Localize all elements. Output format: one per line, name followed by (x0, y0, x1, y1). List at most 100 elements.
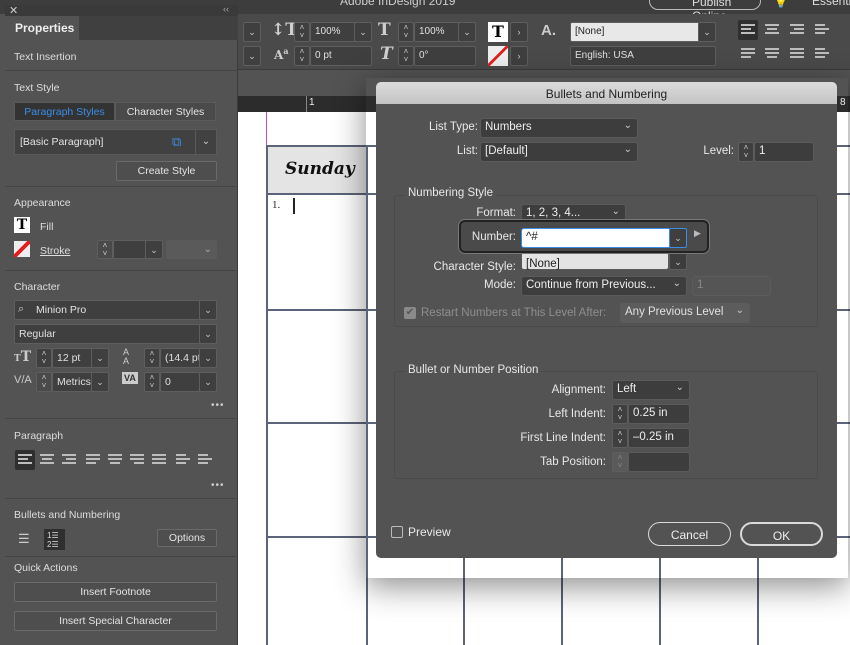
divider (5, 270, 238, 271)
start-at-field[interactable]: 1 (692, 276, 771, 296)
vertical-scale-dropdown[interactable]: ⌄ (354, 22, 372, 42)
font-size-dropdown[interactable]: ⌄ (243, 22, 261, 42)
first-line-indent-field[interactable]: –0.25 in (628, 428, 690, 448)
more-paragraph-options-icon[interactable]: ••• (211, 480, 225, 491)
justify-all-icon[interactable] (790, 48, 810, 62)
char-style-field[interactable]: [None] (570, 22, 700, 42)
tab-properties[interactable]: Properties (5, 16, 79, 40)
tab-position-field[interactable] (628, 452, 690, 472)
list-type-select[interactable]: Numbers ⌄ (480, 118, 638, 138)
fill-icon[interactable]: T (14, 217, 30, 233)
justify-left-icon[interactable] (741, 48, 761, 62)
font-style-dropdown[interactable]: ⌄ (199, 324, 217, 344)
stroke-none-icon[interactable] (488, 46, 508, 66)
leading-field[interactable]: (14.4 pt (160, 348, 200, 368)
char-style-dropdown[interactable]: ⌄ (669, 252, 687, 270)
language-select[interactable]: English: USA (570, 46, 716, 66)
level-stepper[interactable]: ˄ ˅ (738, 142, 754, 162)
fill-text-icon[interactable]: T (488, 22, 508, 42)
numbered-list-icon[interactable]: 1☰ 2☰ (44, 529, 65, 550)
para-align-right-icon[interactable] (62, 454, 82, 468)
insert-special-character-button[interactable]: Insert Special Character (14, 611, 217, 631)
para-align-spine-icon[interactable] (176, 454, 196, 468)
level-field[interactable]: 1 (754, 142, 814, 162)
char-style-select[interactable]: [None] (521, 252, 669, 270)
horizontal-scale-dropdown[interactable]: ⌄ (458, 22, 476, 42)
align-left-icon[interactable] (741, 24, 761, 38)
workspace-switcher[interactable]: Essenti (812, 0, 850, 8)
font-style-field[interactable]: Regular (14, 324, 217, 344)
fill-arrow-button[interactable]: › (510, 22, 528, 42)
app-title: Adobe InDesign 2019 (340, 0, 456, 8)
justify-center-icon[interactable] (765, 48, 785, 62)
tab-position-stepper[interactable]: ˄ ˅ (612, 452, 628, 472)
para-justify-center-icon[interactable] (108, 454, 128, 468)
tracking-stepper[interactable]: ˄ ˅ (144, 372, 160, 392)
collapse-icon[interactable]: ‹‹ (223, 4, 229, 14)
restart-checkbox[interactable]: ✔ (404, 307, 416, 319)
font-size-field[interactable]: 12 pt (52, 348, 92, 368)
font-size-stepper[interactable]: ˄ ˅ (36, 348, 52, 368)
number-dropdown[interactable]: ⌄ (669, 228, 687, 248)
restart-select[interactable]: Any Previous Level ⌄ (620, 303, 750, 323)
font-size-dropdown[interactable]: ⌄ (91, 348, 109, 368)
panel-header-bar (5, 5, 238, 16)
kerning-field[interactable]: Metrics (52, 372, 92, 392)
leading-stepper[interactable]: ˄ ˅ (144, 348, 160, 368)
align-right-icon[interactable] (790, 24, 810, 38)
new-style-icon[interactable]: ⧉ (172, 134, 181, 150)
cancel-button[interactable]: Cancel (648, 522, 731, 546)
left-indent-stepper[interactable]: ˄ ˅ (612, 404, 628, 424)
insert-footnote-button[interactable]: Insert Footnote (14, 582, 217, 602)
font-family-dropdown[interactable]: ⌄ (199, 300, 217, 320)
publish-online-button[interactable]: Publish Online (649, 0, 761, 23)
para-align-center-icon[interactable] (40, 454, 60, 468)
stroke-weight-field[interactable] (113, 240, 147, 259)
alignment-select[interactable]: Left ⌄ (612, 380, 690, 400)
align-away-spine-icon[interactable] (815, 48, 835, 62)
stroke-weight-dropdown[interactable]: ⌄ (145, 240, 163, 259)
first-line-indent-stepper[interactable]: ˄ ˅ (612, 428, 628, 448)
tracking-dropdown[interactable]: ⌄ (199, 372, 217, 392)
kerning-dropdown[interactable]: ⌄ (91, 372, 109, 392)
align-center-icon[interactable] (765, 24, 785, 38)
mode-select[interactable]: Continue from Previous... ⌄ (521, 276, 687, 296)
align-towards-spine-icon[interactable] (815, 24, 835, 38)
baseline-shift-stepper[interactable]: ˄ ˅ (294, 46, 310, 66)
insert-special-arrow-icon[interactable]: ▶ (694, 228, 701, 239)
para-align-left-icon[interactable] (18, 454, 38, 468)
stroke-label[interactable]: Stroke (40, 245, 70, 257)
para-justify-all-icon[interactable] (152, 454, 172, 468)
create-style-button[interactable]: Create Style (116, 161, 217, 181)
left-indent-field[interactable]: 0.25 in (628, 404, 690, 424)
char-style-dropdown[interactable]: ⌄ (698, 22, 716, 42)
kerning-dropdown[interactable]: ⌄ (243, 46, 261, 66)
bulleted-list-icon[interactable]: ☰ (18, 531, 30, 547)
more-character-options-icon[interactable]: ••• (211, 400, 225, 411)
lightbulb-icon[interactable]: 💡 (774, 0, 788, 9)
baseline-shift-field[interactable]: 0 pt (310, 46, 372, 66)
vertical-scale-stepper[interactable]: ˄ ˅ (294, 22, 310, 42)
para-align-away-spine-icon[interactable] (198, 454, 218, 468)
bullets-options-button[interactable]: Options (157, 529, 217, 547)
para-justify-right-icon[interactable] (130, 454, 150, 468)
skew-field[interactable]: 0° (414, 46, 476, 66)
leading-dropdown[interactable]: ⌄ (199, 348, 217, 368)
tab-character-styles[interactable]: Character Styles (115, 102, 216, 121)
number-field[interactable]: ^# (521, 228, 671, 248)
kerning-stepper[interactable]: ˄ ˅ (36, 372, 52, 392)
stroke-weight-stepper[interactable]: ˄ ˅ (97, 240, 113, 259)
para-justify-left-icon[interactable] (86, 454, 106, 468)
tracking-field[interactable]: 0 (160, 372, 200, 392)
paragraph-style-dropdown[interactable]: ⌄ (195, 129, 217, 155)
skew-stepper[interactable]: ˄ ˅ (398, 46, 414, 66)
ok-button[interactable]: OK (740, 522, 823, 546)
horizontal-scale-stepper[interactable]: ˄ ˅ (398, 22, 414, 42)
preview-checkbox[interactable] (391, 526, 403, 538)
list-select[interactable]: [Default] ⌄ (480, 142, 638, 162)
stroke-icon[interactable] (14, 241, 30, 257)
stroke-type-select[interactable]: ⌄ (166, 240, 217, 259)
stroke-arrow-button[interactable]: › (510, 46, 528, 66)
paragraph-style-field[interactable]: [Basic Paragraph] (14, 129, 196, 155)
tab-paragraph-styles[interactable]: Paragraph Styles (14, 102, 115, 121)
